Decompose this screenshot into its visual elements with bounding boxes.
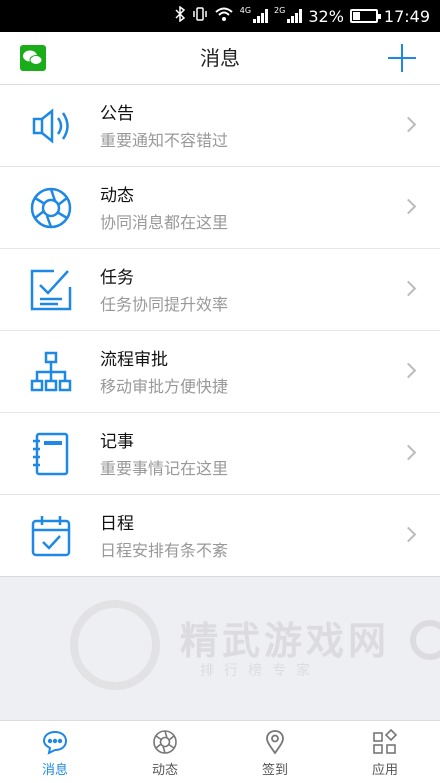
battery-percent: 32% <box>308 6 344 26</box>
watermark: 精武游戏网 排行榜专家 <box>60 590 440 700</box>
item-title: 记事 <box>100 432 134 452</box>
chevron-right-icon <box>400 362 417 379</box>
flowchart-icon <box>28 349 74 395</box>
bluetooth-icon <box>174 5 186 26</box>
tab-label: 签到 <box>261 763 288 778</box>
battery-icon <box>349 9 381 23</box>
tab-apps[interactable]: 应用 <box>330 721 440 783</box>
item-subtitle: 日程安排有条不紊 <box>100 541 229 560</box>
list-item-task[interactable]: 任务 任务协同提升效率 <box>0 249 440 331</box>
signal-icon-1 <box>253 9 269 23</box>
item-title: 任务 <box>100 268 134 288</box>
tab-checkin[interactable]: 签到 <box>220 721 330 783</box>
tab-label: 应用 <box>371 763 398 778</box>
list-item-activity[interactable]: 动态 协同消息都在这里 <box>0 167 440 249</box>
signal-icon-2 <box>287 9 303 23</box>
watermark-name: 精武游戏网 <box>180 619 391 663</box>
chevron-right-icon <box>400 198 417 215</box>
notebook-icon <box>28 431 74 477</box>
item-title: 流程审批 <box>100 350 168 370</box>
item-subtitle: 任务协同提升效率 <box>100 295 229 314</box>
speaker-icon <box>28 103 74 149</box>
chat-bubble-icon <box>42 729 68 755</box>
chevron-right-icon <box>400 526 417 543</box>
chevron-right-icon <box>400 116 417 133</box>
item-title: 动态 <box>100 186 134 206</box>
item-subtitle: 移动审批方便快捷 <box>100 377 229 396</box>
chevron-right-icon <box>400 444 417 461</box>
network-type-2: 2G <box>274 6 286 15</box>
aperture-icon <box>28 185 74 231</box>
aperture-icon <box>152 729 178 755</box>
clock: 17:49 <box>383 6 430 26</box>
wifi-icon <box>214 6 234 26</box>
item-subtitle: 协同消息都在这里 <box>100 213 229 232</box>
tab-label: 消息 <box>41 763 68 778</box>
list-item-schedule[interactable]: 日程 日程安排有条不紊 <box>0 495 440 576</box>
app-header: 消息 <box>0 32 440 85</box>
chevron-right-icon <box>400 280 417 297</box>
list-item-announcement[interactable]: 公告 重要通知不容错过 <box>0 85 440 167</box>
bottom-tab-bar: 消息 动态 签到 应用 <box>0 720 440 783</box>
vibrate-icon <box>192 6 208 26</box>
apps-grid-icon <box>372 728 398 755</box>
watermark-logo-icon <box>70 600 160 690</box>
location-pin-icon <box>262 729 288 755</box>
tab-messages[interactable]: 消息 <box>0 721 110 783</box>
item-subtitle: 重要事情记在这里 <box>100 459 229 478</box>
tab-activity[interactable]: 动态 <box>110 721 220 783</box>
add-icon[interactable] <box>388 44 416 72</box>
watermark-ring-icon <box>410 620 440 660</box>
network-type-1: 4G <box>239 6 252 15</box>
task-check-icon <box>28 267 74 313</box>
status-bar: 4G 2G 32% 17:49 <box>0 0 440 32</box>
watermark-subtitle: 排行榜专家 <box>200 663 320 679</box>
page-title: 消息 <box>200 46 240 70</box>
message-list: 公告 重要通知不容错过 动态 协同消息都在这里 任务 任务协同提升效率 流程审批… <box>0 85 440 577</box>
calendar-icon <box>28 513 74 559</box>
list-item-approval[interactable]: 流程审批 移动审批方便快捷 <box>0 331 440 413</box>
item-title: 公告 <box>100 104 134 124</box>
list-item-notes[interactable]: 记事 重要事情记在这里 <box>0 413 440 495</box>
item-subtitle: 重要通知不容错过 <box>100 131 229 150</box>
tab-label: 动态 <box>151 763 178 778</box>
item-title: 日程 <box>100 514 134 534</box>
